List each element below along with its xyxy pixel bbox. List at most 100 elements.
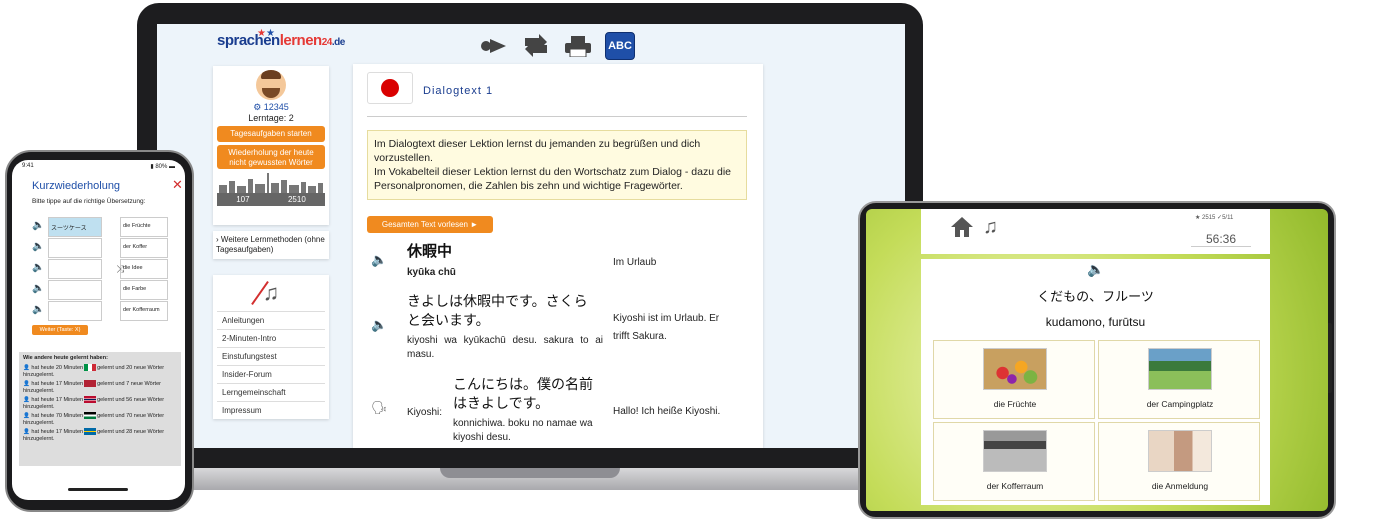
music-off-icon[interactable]: ♫ <box>213 275 329 311</box>
dialog-romaji: kyūka chū <box>407 267 456 278</box>
others-entry: 👤 hat heute 17 Minuten gelernt und 7 neue… <box>23 379 161 394</box>
quiz-right-option[interactable]: der Koffer <box>120 238 168 258</box>
dialog-de: Kiyoshi ist im Urlaub. Er trifft Sakura. <box>613 313 720 342</box>
stat-right: 2510 <box>287 195 306 204</box>
shuffle-icon[interactable]: ⤨ <box>116 264 124 275</box>
close-icon[interactable]: ✕ <box>172 177 183 193</box>
link-einstufungstest[interactable]: Einstufungstest <box>217 347 325 365</box>
car-trunk-image <box>983 430 1047 472</box>
status-bar: 9:41 ▮ 80% ▬ <box>12 163 185 173</box>
quiz-right-option[interactable]: die Früchte <box>120 217 168 237</box>
dialog-jp: こんにちは。僕の名前はきよしです。 <box>453 376 593 411</box>
laptop-screen: sprachenlernen24.de ★★ ABC ⚙ 12345 Lernt… <box>157 24 905 448</box>
answer-tile[interactable]: der Kofferraum <box>933 422 1095 501</box>
speaker-icon[interactable]: 🔈 <box>32 241 44 252</box>
links-card: ♫ Anleitungen 2-Minuten-Intro Einstufung… <box>213 275 329 419</box>
learning-days: Lerntage: 2 <box>248 113 294 123</box>
chevron-right-icon: › <box>216 235 219 244</box>
quiz-title: Kurzwiederholung <box>32 180 121 192</box>
divider <box>367 116 747 117</box>
link-impressum[interactable]: Impressum <box>217 401 325 419</box>
others-learning-box: Wie andere heute gelernt haben: 👤 hat he… <box>19 352 181 466</box>
tablet-stats: ★ 2515 ✓5/11 <box>1195 215 1234 221</box>
dialog-romaji: kiyoshi wa kyūkachū desu. sakura to ai m… <box>407 335 603 360</box>
info-box: Im Dialogtext dieser Lektion lernst du j… <box>367 130 747 200</box>
registration-image <box>1148 430 1212 472</box>
repeat-words-button[interactable]: Wiederholung der heute nicht gewussten W… <box>217 145 325 169</box>
others-entry-pre: hat heute 70 Minuten <box>31 412 84 419</box>
read-all-button[interactable]: Gesamten Text vorlesen ► <box>367 216 493 233</box>
flag-jordan-icon <box>84 411 97 419</box>
quiz-row: 🔈 der Koffer <box>32 238 172 258</box>
site-logo[interactable]: sprachenlernen24.de <box>217 32 345 49</box>
stats-bar: 107 2510 <box>217 193 325 206</box>
avatar <box>256 70 286 100</box>
quiz-row: 🔈 die Idee <box>32 259 172 279</box>
abc-button[interactable]: ABC <box>605 32 635 60</box>
dialog-romaji: konnichiwa. boku no namae wa kiyoshi des… <box>453 418 593 443</box>
others-entry: 👤 hat heute 17 Minuten gelernt und 28 neu… <box>23 427 165 442</box>
tablet-header: ♫ ★ 2515 ✓5/11 56:36 <box>921 209 1270 254</box>
speaker-icon[interactable]: 🔈 <box>371 252 387 268</box>
stat-left: 107 <box>236 195 250 204</box>
toolbar: ABC <box>479 32 635 60</box>
flag-sweden-icon <box>84 427 97 435</box>
answer-tile[interactable]: die Früchte <box>933 340 1095 419</box>
timer: 56:36 <box>1191 232 1251 247</box>
skyline-image <box>217 173 325 193</box>
speaker-icon[interactable]: 🔈 <box>32 283 44 294</box>
speaker-icon[interactable]: 🔈 <box>371 317 387 333</box>
speaker-icon[interactable]: 🔈 <box>32 304 44 315</box>
tile-label: der Campingplatz <box>1146 399 1214 409</box>
printer-icon[interactable] <box>563 32 593 60</box>
vocab-jp: くだもの、フルーツ <box>1037 289 1154 304</box>
logo-stars-icon: ★★ <box>257 28 275 39</box>
quiz-left-option[interactable] <box>48 238 102 258</box>
quiz-left-option[interactable] <box>48 280 102 300</box>
tile-label: die Früchte <box>993 399 1037 409</box>
link-lerngemeinschaft[interactable]: Lerngemeinschaft <box>217 383 325 401</box>
quiz-right-option[interactable]: der Kofferraum <box>120 301 168 321</box>
quiz-left-option[interactable] <box>48 259 102 279</box>
dialog-de: Hallo! Ich heiße Kiyoshi. <box>613 406 721 417</box>
dialog-de: Im Urlaub <box>613 257 657 268</box>
vocab-romaji: kudamono, furūtsu <box>1045 315 1146 329</box>
profile-card: ⚙ 12345 Lerntage: 2 Tagesaufgaben starte… <box>213 66 329 225</box>
link-intro[interactable]: 2-Minuten-Intro <box>217 329 325 347</box>
info-line-2: Im Vokabelteil dieser Lektion lernst du … <box>374 166 731 192</box>
others-entry-pre: hat heute 17 Minuten <box>31 428 84 435</box>
speaker-person-icon[interactable]: 🗣 <box>371 400 388 416</box>
home-icon[interactable] <box>950 216 974 244</box>
quiz-right-option[interactable]: die Farbe <box>120 280 168 300</box>
home-indicator <box>68 488 128 491</box>
others-entry: 👤 hat heute 17 Minuten gelernt und 56 neu… <box>23 395 165 410</box>
flag-norway-icon <box>84 395 97 403</box>
fruits-image <box>983 348 1047 390</box>
answer-tile[interactable]: die Anmeldung <box>1098 422 1260 501</box>
flag-usa-icon <box>84 379 97 387</box>
others-entry: 👤 hat heute 20 Minuten gelernt und 20 neu… <box>23 364 165 378</box>
arrow-right-icon[interactable] <box>479 32 509 60</box>
speaker-icon[interactable]: 🔈 <box>1087 261 1104 278</box>
link-forum[interactable]: Insider-Forum <box>217 365 325 383</box>
tile-label: die Anmeldung <box>1151 481 1209 491</box>
status-time: 9:41 <box>22 163 34 169</box>
quiz-left-option[interactable]: スーツケース <box>48 217 102 237</box>
phone-screen: 9:41 ▮ 80% ▬ Kurzwiederholung ✕ Bitte ti… <box>12 160 185 500</box>
link-anleitungen[interactable]: Anleitungen <box>217 311 325 329</box>
more-methods-link[interactable]: › Weitere Lernmethoden (ohne Tagesaufgab… <box>213 231 329 259</box>
vocab-card: 🔈 くだもの、フルーツ kudamono, furūtsu die Frücht… <box>921 259 1270 505</box>
quiz-left-option[interactable] <box>48 301 102 321</box>
logo-part-4: .de <box>331 37 345 48</box>
logo-part-3: 24 <box>321 37 333 48</box>
daily-tasks-button[interactable]: Tagesaufgaben starten <box>217 126 325 142</box>
speaker-icon[interactable]: 🔈 <box>32 262 44 273</box>
status-battery: ▮ 80% ▬ <box>150 164 175 170</box>
quiz-instruction: Bitte tippe auf die richtige Übersetzung… <box>32 198 146 205</box>
next-button[interactable]: Weiter (Taste: X) <box>32 325 88 335</box>
swap-arrows-icon[interactable] <box>521 32 551 60</box>
quiz-right-option[interactable]: die Idee <box>120 259 168 279</box>
music-icon[interactable]: ♫ <box>983 216 998 239</box>
speaker-icon[interactable]: 🔈 <box>32 220 44 231</box>
answer-tile[interactable]: der Campingplatz <box>1098 340 1260 419</box>
